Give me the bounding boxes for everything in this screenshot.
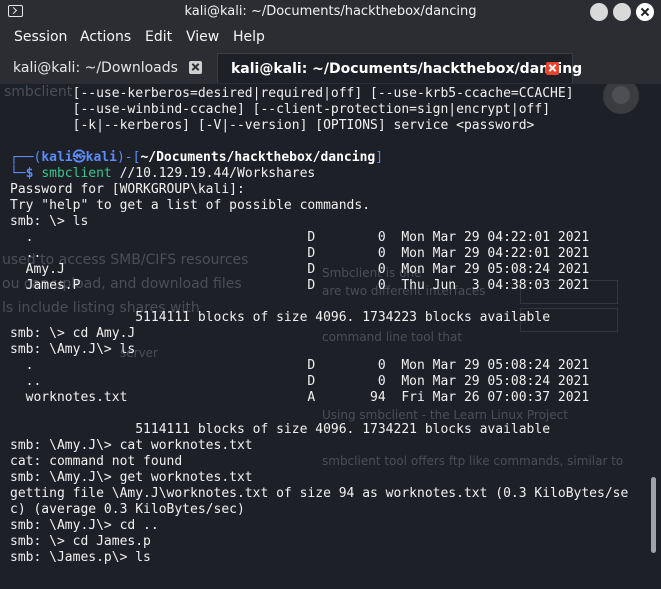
output-line: smb: \> ls [10, 214, 89, 229]
command-args: //10.129.19.44/Workshares [111, 166, 316, 181]
output-line: . D 0 Mon Mar 29 05:08:24 2021 [10, 358, 590, 373]
menu-bar: Session Actions Edit View Help [0, 25, 661, 50]
background-ghost-text: smbclient tool offers ftp like commands,… [322, 454, 624, 468]
background-ghost-text: Using smbclient - the Learn Linux Projec… [322, 408, 568, 422]
usage-line: [--use-winbind-ccache] [--client-protect… [10, 102, 551, 117]
command-line: └─$ smbclient //10.129.19.44/Workshares [10, 166, 315, 182]
menu-session[interactable]: Session [14, 29, 67, 45]
prompt-host: kali [85, 150, 117, 165]
output-line: smb: \Amy.J\> get worknotes.txt [10, 470, 253, 485]
output-line: smb: \Amy.J\> cat worknotes.txt [10, 438, 253, 453]
minimize-button[interactable] [590, 3, 608, 21]
prompt-separator: )-[ [116, 150, 141, 165]
tab-label: kali@kali: ~/Documents/hackthebox/dancin… [231, 61, 583, 77]
usage-line: [--use-kerberos=desired|required|off] [-… [10, 86, 574, 101]
background-avatar-icon [603, 84, 639, 114]
menu-view[interactable]: View [186, 29, 219, 45]
close-tab-icon[interactable] [189, 61, 202, 74]
prompt-path: ~/Documents/hackthebox/dancing [140, 150, 376, 165]
close-tab-icon[interactable] [546, 62, 559, 75]
output-line: cat: command not found [10, 454, 183, 469]
menu-help[interactable]: Help [233, 29, 265, 45]
output-line: getting file \Amy.J\worknotes.txt of siz… [10, 486, 629, 501]
output-line: smb: \> cd Amy.J [10, 326, 136, 341]
terminal-scrollbar[interactable] [651, 477, 656, 553]
output-line: smb: \Amy.J\> cd .. [10, 518, 159, 533]
output-line: c) (average 0.3 KiloBytes/sec) [10, 502, 245, 517]
prompt-user: kali [41, 150, 73, 165]
output-line: .. D 0 Mon Mar 29 05:08:24 2021 [10, 374, 590, 389]
output-line: Password for [WORKGROUP\kali]: [10, 182, 245, 197]
output-line: smb: \James.p\> ls [10, 550, 151, 565]
tab-label: kali@kali: ~/Downloads [13, 60, 178, 76]
title-bar[interactable]: kali@kali: ~/Documents/hackthebox/dancin… [0, 0, 661, 25]
menu-edit[interactable]: Edit [145, 29, 172, 45]
output-line: James.P D 0 Thu Jun 3 04:38:03 2021 [10, 278, 590, 293]
output-line: smb: \Amy.J\> ls [10, 342, 136, 357]
prompt-bracket-close: ] [375, 150, 384, 165]
terminal-window: kali@kali: ~/Documents/hackthebox/dancin… [0, 0, 661, 589]
prompt-skull-icon: ㉿ [72, 150, 86, 165]
output-line: 5114111 blocks of size 4096. 1734223 blo… [10, 310, 551, 325]
prompt-corner-top: ┌──( [10, 150, 42, 165]
window-title: kali@kali: ~/Documents/hackthebox/dancin… [184, 4, 477, 19]
output-line: Try "help" to get a list of possible com… [10, 198, 371, 213]
close-window-button[interactable] [636, 3, 654, 21]
output-line: Amy.J D 0 Mon Mar 29 05:08:24 2021 [10, 262, 590, 277]
command-name: smbclient [41, 166, 112, 181]
output-line: . D 0 Mon Mar 29 04:22:01 2021 [10, 230, 590, 245]
maximize-button[interactable] [613, 3, 631, 21]
output-line: .. D 0 Mon Mar 29 04:22:01 2021 [10, 246, 590, 261]
output-line: smb: \> cd James.p [10, 534, 151, 549]
usage-line: [-k|--kerberos] [-V|--version] [OPTIONS]… [10, 118, 535, 133]
menu-actions[interactable]: Actions [80, 29, 131, 45]
tab-dancing[interactable]: kali@kali: ~/Documents/hackthebox/dancin… [217, 53, 582, 83]
background-ghost-text: command line tool that [322, 330, 463, 344]
prompt-corner-bottom: └─ [10, 166, 26, 181]
prompt-dollar: $ [25, 166, 34, 181]
prompt-line: ┌──(kali㉿kali)-[~/Documents/hackthebox/d… [10, 150, 383, 166]
terminal-output[interactable]: smbclient used to access SMB/CIFS resour… [0, 84, 661, 589]
tab-downloads[interactable]: kali@kali: ~/Downloads [0, 53, 217, 83]
output-line: 5114111 blocks of size 4096. 1734221 blo… [10, 422, 551, 437]
output-line: worknotes.txt A 94 Fri Mar 26 07:00:37 2… [10, 390, 590, 405]
tab-bar: kali@kali: ~/Downloads kali@kali: ~/Docu… [0, 50, 661, 84]
